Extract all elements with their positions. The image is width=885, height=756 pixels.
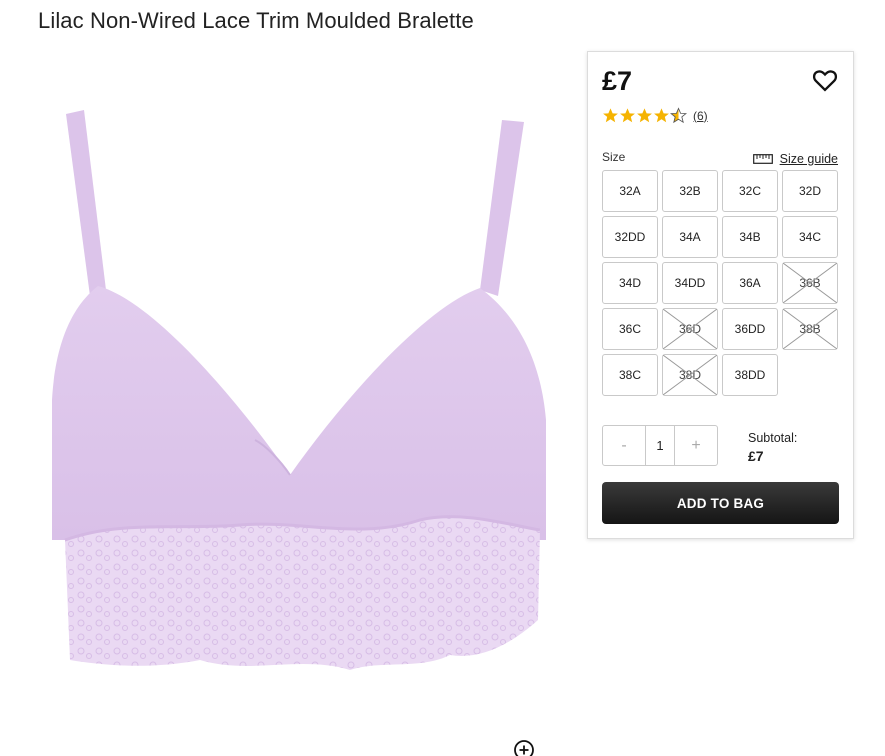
size-option[interactable]: 38C — [602, 354, 658, 396]
star-filled-icon — [603, 108, 618, 123]
size-option[interactable]: 36A — [722, 262, 778, 304]
size-option[interactable]: 32A — [602, 170, 658, 212]
size-option[interactable]: 32B — [662, 170, 718, 212]
zoom-in-icon[interactable] — [513, 739, 535, 756]
size-guide-link[interactable]: Size guide — [752, 152, 838, 166]
size-option-label: 32D — [798, 184, 821, 198]
size-option[interactable]: 34C — [782, 216, 838, 258]
size-option[interactable]: 34DD — [662, 262, 718, 304]
size-option[interactable]: 34D — [602, 262, 658, 304]
size-option-label: 34A — [679, 230, 701, 244]
unavailable-cross-icon — [663, 355, 717, 395]
product-price: £7 — [602, 66, 633, 96]
size-option-label: 32B — [679, 184, 701, 198]
size-option[interactable]: 34A — [662, 216, 718, 258]
size-option-label: 34D — [618, 276, 641, 290]
size-option-label: 38DD — [734, 368, 766, 382]
subtotal: Subtotal: £7 — [748, 429, 797, 465]
size-option-label: 36C — [618, 322, 641, 336]
unavailable-cross-icon — [783, 309, 837, 349]
size-option-out-of-stock[interactable]: 36B — [782, 262, 838, 304]
quantity-stepper: - 1 + — [602, 425, 718, 466]
ruler-icon — [752, 154, 773, 164]
review-count-link[interactable]: (6) — [693, 109, 708, 123]
size-option[interactable]: 32D — [782, 170, 838, 212]
size-option[interactable]: 38DD — [722, 354, 778, 396]
increase-quantity-button[interactable]: + — [675, 426, 717, 465]
subtotal-value: £7 — [748, 448, 764, 464]
size-option-label: 36A — [739, 276, 761, 290]
star-filled-icon — [637, 108, 652, 123]
size-option-label: 38C — [618, 368, 641, 382]
size-option-label: 34DD — [674, 276, 706, 290]
size-option[interactable]: 36C — [602, 308, 658, 350]
size-option-label: 36DD — [734, 322, 766, 336]
size-label: Size — [602, 150, 626, 164]
quantity-value[interactable]: 1 — [645, 426, 675, 465]
size-option-out-of-stock[interactable]: 36D — [662, 308, 718, 350]
size-option-label: 32C — [738, 184, 761, 198]
size-option-label: 32DD — [614, 230, 646, 244]
star-filled-icon — [620, 108, 635, 123]
star-rating: (6) — [602, 107, 708, 124]
size-option-out-of-stock[interactable]: 38D — [662, 354, 718, 396]
size-option[interactable]: 34B — [722, 216, 778, 258]
size-option-label: 34C — [798, 230, 821, 244]
size-option-label: 32A — [619, 184, 641, 198]
size-option-out-of-stock[interactable]: 38B — [782, 308, 838, 350]
star-half-icon — [670, 107, 687, 124]
subtotal-label: Subtotal: — [748, 431, 798, 445]
size-option-label: 34B — [739, 230, 761, 244]
product-title: Lilac Non-Wired Lace Trim Moulded Bralet… — [38, 8, 474, 33]
add-to-bag-button[interactable]: ADD TO BAG — [602, 482, 839, 524]
size-option[interactable]: 32C — [722, 170, 778, 212]
unavailable-cross-icon — [663, 309, 717, 349]
purchase-panel: £7 (6) Size Size guide 32A 32B 32C 32D 32DD 3… — [587, 51, 854, 539]
heart-outline-icon[interactable] — [811, 66, 839, 94]
decrease-quantity-button[interactable]: - — [603, 426, 645, 465]
size-guide-label: Size guide — [779, 152, 838, 166]
unavailable-cross-icon — [783, 263, 837, 303]
size-option[interactable]: 36DD — [722, 308, 778, 350]
size-grid: 32A 32B 32C 32D 32DD 34A 34B 34C 34D 34DD 36A 36B 36… — [602, 170, 840, 396]
size-option[interactable]: 32DD — [602, 216, 658, 258]
product-image[interactable] — [40, 100, 552, 700]
star-filled-icon — [654, 108, 669, 123]
